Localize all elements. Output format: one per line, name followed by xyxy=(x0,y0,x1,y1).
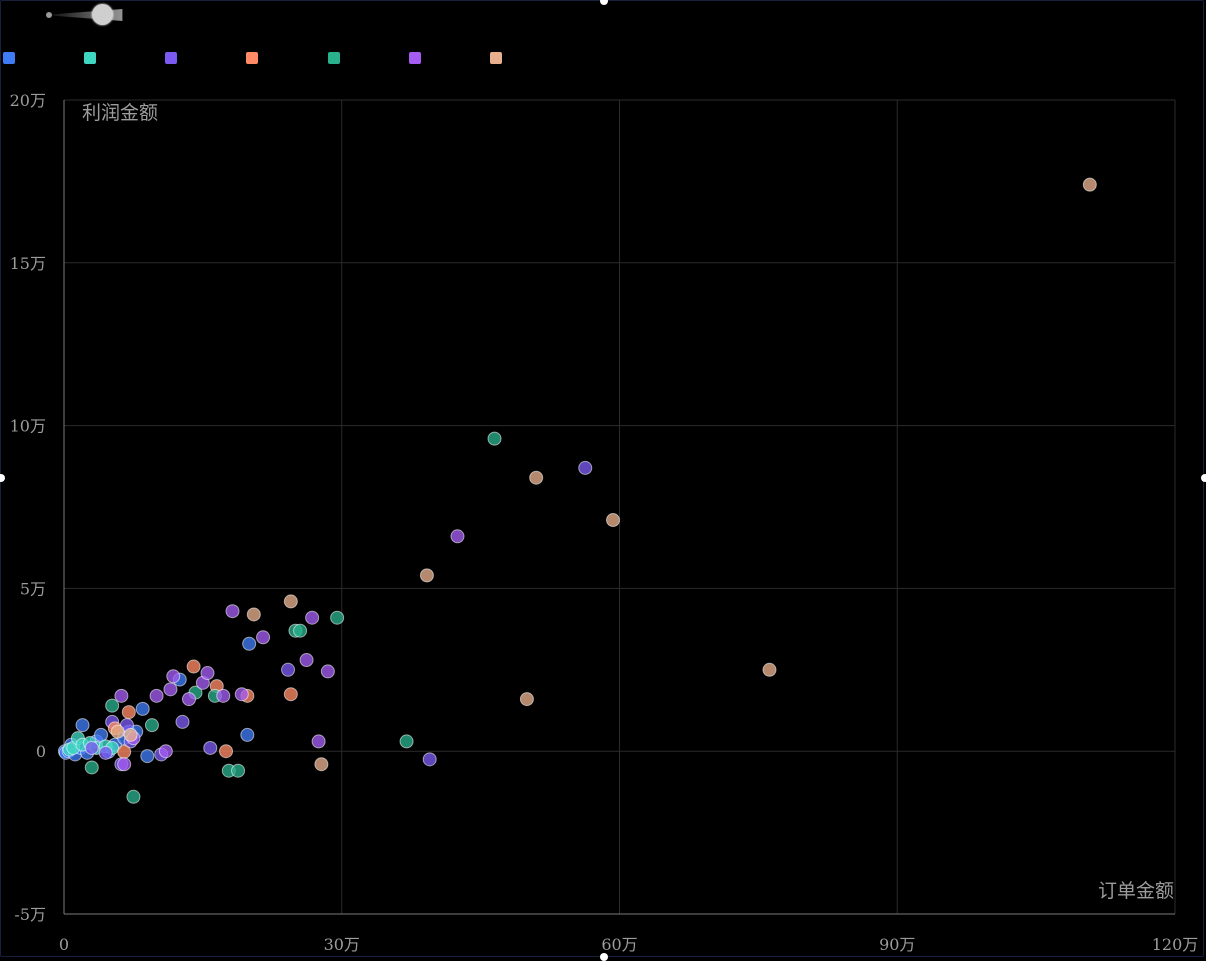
scatter-chart: -5万 0 5万 10万 15万 20万 0 30万 60万 90万 120万 利润金额订单金额 xyxy=(10,91,1199,954)
scatter-point-series-6[interactable] xyxy=(158,744,173,759)
x-tick-label: 90万 xyxy=(879,935,915,954)
scatter-point-series-7[interactable] xyxy=(246,607,261,622)
scatter-point-series-3[interactable] xyxy=(578,460,593,475)
scatter-point-series-7[interactable] xyxy=(419,568,434,583)
scatter-point-series-6[interactable] xyxy=(299,653,314,668)
scatter-point-series-6[interactable] xyxy=(305,610,320,625)
scatter-point-series-6[interactable] xyxy=(225,604,240,619)
scatter-point-series-3[interactable] xyxy=(203,740,218,755)
scatter-point-series-7[interactable] xyxy=(519,692,534,707)
x-tick-label: 0 xyxy=(59,935,69,954)
scatter-point-series-6[interactable] xyxy=(149,688,164,703)
scatter-point-series-6[interactable] xyxy=(320,664,335,679)
scatter-point-series-7[interactable] xyxy=(314,757,329,772)
scatter-point-series-5[interactable] xyxy=(144,718,159,733)
scatter-point-series-3[interactable] xyxy=(84,740,99,755)
scatter-point-series-5[interactable] xyxy=(330,610,345,625)
y-axis-title: 利润金额 xyxy=(82,102,158,124)
x-tick-label: 120万 xyxy=(1152,935,1199,954)
scatter-point-series-5[interactable] xyxy=(293,623,308,638)
scatter-point-series-6[interactable] xyxy=(166,669,181,684)
y-tick-label: 10万 xyxy=(10,417,46,436)
scatter-point-series-3[interactable] xyxy=(98,745,113,760)
scatter-point-series-3[interactable] xyxy=(422,752,437,767)
scatter-point-series-7[interactable] xyxy=(283,594,298,609)
x-axis-title: 订单金额 xyxy=(1098,880,1174,902)
x-tick-label: 30万 xyxy=(324,935,360,954)
scatter-point-series-7[interactable] xyxy=(1082,177,1097,192)
scatter-point-series-5[interactable] xyxy=(487,431,502,446)
scatter-point-series-1[interactable] xyxy=(140,749,155,764)
scatter-point-series-4[interactable] xyxy=(219,744,234,759)
scatter-point-series-5[interactable] xyxy=(231,763,246,778)
y-tick-label: 15万 xyxy=(10,254,46,273)
scatter-point-series-6[interactable] xyxy=(117,757,132,772)
scatter-point-series-6[interactable] xyxy=(216,688,231,703)
y-tick-label: 20万 xyxy=(10,91,46,110)
scatter-point-series-4[interactable] xyxy=(186,659,201,674)
scatter-point-series-6[interactable] xyxy=(311,734,326,749)
scatter-point-series-6[interactable] xyxy=(256,630,271,645)
scatter-point-series-6[interactable] xyxy=(114,688,129,703)
scatter-point-series-1[interactable] xyxy=(242,636,257,651)
scatter-point-series-5[interactable] xyxy=(126,789,141,804)
y-tick-label: 0 xyxy=(36,742,46,761)
scatter-point-series-6[interactable] xyxy=(181,692,196,707)
scatter-point-series-7[interactable] xyxy=(606,513,621,528)
scatter-point-series-4[interactable] xyxy=(117,744,132,759)
y-tick-label: 5万 xyxy=(20,579,46,598)
scatter-point-series-5[interactable] xyxy=(105,698,120,713)
scatter-point-series-4[interactable] xyxy=(121,705,136,720)
y-tick-label: -5万 xyxy=(14,905,46,924)
scatter-point-series-1[interactable] xyxy=(135,701,150,716)
scatter-point-series-1[interactable] xyxy=(75,718,90,733)
scatter-point-series-6[interactable] xyxy=(450,529,465,544)
scatter-point-series-6[interactable] xyxy=(163,682,178,697)
scatter-point-series-7[interactable] xyxy=(762,662,777,677)
scatter-point-series-3[interactable] xyxy=(281,662,296,677)
scatter-point-series-6[interactable] xyxy=(234,687,249,702)
scatter-point-series-7[interactable] xyxy=(123,727,138,742)
scatter-point-series-4[interactable] xyxy=(283,687,298,702)
scatter-point-series-7[interactable] xyxy=(110,724,125,739)
scatter-point-series-3[interactable] xyxy=(175,714,190,729)
scatter-point-series-6[interactable] xyxy=(200,666,215,681)
x-tick-label: 60万 xyxy=(601,935,637,954)
scatter-point-series-5[interactable] xyxy=(84,760,99,775)
scatter-point-series-7[interactable] xyxy=(529,470,544,485)
scatter-point-series-1[interactable] xyxy=(240,727,255,742)
scatter-point-series-5[interactable] xyxy=(399,734,414,749)
